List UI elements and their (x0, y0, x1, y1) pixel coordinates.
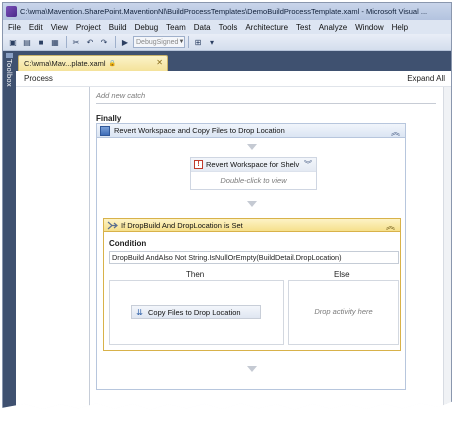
warning-icon: ! (194, 160, 203, 169)
if-header[interactable]: If DropBuild And DropLocation is Set ︽ (104, 219, 400, 232)
menu-project[interactable]: Project (76, 23, 101, 32)
visual-studio-icon (6, 6, 17, 17)
menu-tools[interactable]: Tools (219, 23, 238, 32)
then-branch[interactable]: ⇊ Copy Files to Drop Location (109, 280, 284, 345)
breadcrumb[interactable]: Process (24, 74, 53, 83)
window-title: C:\wma\Mavention.SharePoint.MaventionNl\… (20, 7, 428, 16)
new-project-icon[interactable]: ▣ (7, 36, 19, 48)
activity-title: Revert Workspace for Shelv (206, 160, 300, 169)
expand-all-link[interactable]: Expand All (407, 74, 445, 83)
expand-icon[interactable]: ︾ (304, 159, 312, 170)
toolbox-sidebar[interactable] (3, 51, 16, 410)
menu-analyze[interactable]: Analyze (319, 23, 347, 32)
find-in-files-icon[interactable]: ⊞ (192, 36, 204, 48)
menu-help[interactable]: Help (392, 23, 408, 32)
toolbar-overflow-icon[interactable]: ▾ (206, 36, 218, 48)
menu-window[interactable]: Window (355, 23, 383, 32)
finally-label: Finally (96, 114, 122, 123)
document-tab-label: C:\wma\Mav...plate.xaml (24, 59, 106, 68)
if-activity[interactable]: If DropBuild And DropLocation is Set ︽ C… (103, 218, 401, 351)
cut-icon[interactable]: ✂ (70, 36, 82, 48)
solution-configuration-select[interactable]: DebugSigned ▼ (133, 36, 185, 48)
vertical-scrollbar[interactable] (443, 87, 451, 410)
workflow-designer: Process Expand All Add new catch Finally… (16, 71, 451, 410)
drop-target-arrow[interactable] (247, 201, 257, 207)
menu-edit[interactable]: Edit (29, 23, 43, 32)
chevron-down-icon: ▼ (178, 39, 185, 45)
designer-header: Process Expand All (16, 71, 451, 87)
double-click-hint: Double-click to view (220, 176, 287, 185)
sequence-icon (100, 125, 110, 136)
toolbar-separator (66, 36, 67, 48)
standard-toolbar: ▣ ▤ ■ ▦ ✂ ↶ ↷ ▶ DebugSigned ▼ ⊞ ▾ (3, 34, 451, 51)
start-debugging-icon[interactable]: ▶ (119, 36, 131, 48)
copy-files-title: Copy Files to Drop Location (148, 307, 241, 317)
revert-workspace-activity[interactable]: ! Revert Workspace for Shelv ︾ Double-cl… (190, 157, 317, 190)
menu-architecture[interactable]: Architecture (245, 23, 288, 32)
activity-header[interactable]: ! Revert Workspace for Shelv ︾ (191, 158, 316, 172)
sequence-title: Revert Workspace and Copy Files to Drop … (114, 126, 285, 135)
condition-input[interactable]: DropBuild AndAlso Not String.IsNullOrEmp… (109, 251, 399, 264)
open-file-icon[interactable]: ▤ (21, 36, 33, 48)
redo-icon[interactable]: ↷ (98, 36, 110, 48)
revert-and-copy-sequence[interactable]: Revert Workspace and Copy Files to Drop … (96, 123, 406, 390)
save-all-icon[interactable]: ▦ (49, 36, 61, 48)
title-bar: C:\wma\Mavention.SharePoint.MaventionNl\… (3, 3, 451, 20)
menu-bar: File Edit View Project Build Debug Team … (3, 20, 451, 34)
add-new-catch[interactable]: Add new catch (96, 90, 436, 104)
try-catch-activity: Add new catch Finally Revert Workspace a… (89, 87, 447, 410)
drop-target-arrow[interactable] (247, 366, 257, 372)
lock-icon: 🔒 (108, 61, 117, 67)
else-label: Else (334, 270, 350, 279)
menu-test[interactable]: Test (296, 23, 311, 32)
copy-files-activity[interactable]: ⇊ Copy Files to Drop Location (131, 305, 261, 319)
menu-file[interactable]: File (8, 23, 21, 32)
document-tab-strip: C:\wma\Mav...plate.xaml 🔒 ✕ (16, 51, 451, 71)
menu-build[interactable]: Build (109, 23, 127, 32)
collapse-icon[interactable]: ︽ (391, 125, 400, 138)
collapse-icon[interactable]: ︽ (386, 219, 395, 232)
toolbar-separator (115, 36, 116, 48)
save-icon[interactable]: ■ (35, 36, 47, 48)
if-condition-icon (107, 221, 118, 229)
application-window: C:\wma\Mavention.SharePoint.MaventionNl\… (2, 2, 452, 410)
if-title: If DropBuild And DropLocation is Set (121, 220, 243, 230)
drop-activity-hint: Drop activity here (314, 307, 373, 316)
toolbar-separator (188, 36, 189, 48)
solution-configuration-value: DebugSigned (136, 38, 179, 46)
document-tab[interactable]: C:\wma\Mav...plate.xaml 🔒 ✕ (18, 55, 168, 71)
menu-view[interactable]: View (51, 23, 68, 32)
drop-target-arrow[interactable] (247, 144, 257, 150)
menu-data[interactable]: Data (194, 23, 211, 32)
undo-icon[interactable]: ↶ (84, 36, 96, 48)
else-branch[interactable]: Drop activity here (288, 280, 399, 345)
sequence-header[interactable]: Revert Workspace and Copy Files to Drop … (97, 124, 405, 138)
designer-canvas: Add new catch Finally Revert Workspace a… (16, 87, 451, 410)
then-label: Then (186, 270, 205, 279)
condition-label: Condition (109, 239, 147, 248)
pin-icon[interactable] (6, 53, 13, 58)
menu-team[interactable]: Team (166, 23, 186, 32)
toolbox-tab[interactable]: Toolbox (5, 59, 14, 87)
menu-debug[interactable]: Debug (135, 23, 159, 32)
close-icon[interactable]: ✕ (156, 58, 163, 67)
copy-directory-icon: ⇊ (136, 307, 143, 317)
